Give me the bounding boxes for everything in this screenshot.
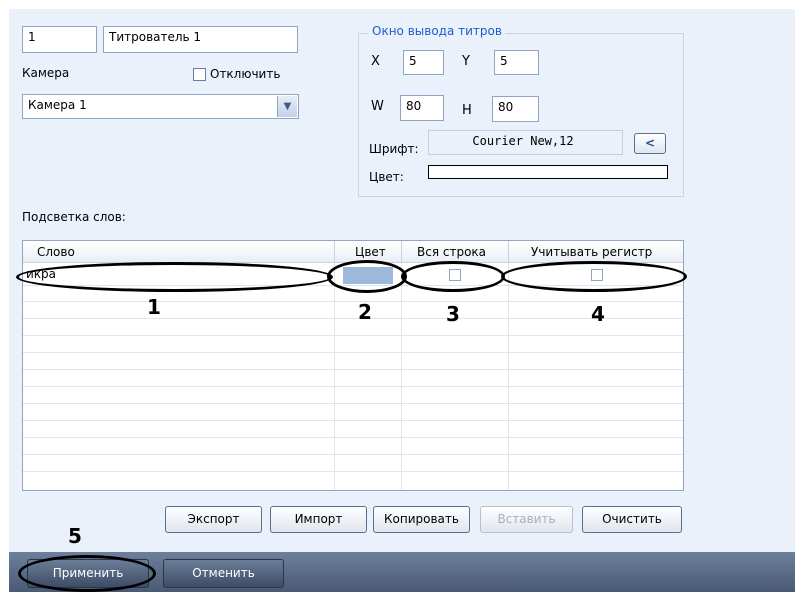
w-label: W — [371, 99, 384, 114]
copy-button[interactable]: Копировать — [373, 506, 470, 533]
y-label: Y — [462, 54, 470, 69]
camera-select-value: Камера 1 — [28, 98, 87, 112]
callout-number-5: 5 — [68, 524, 82, 548]
font-label: Шрифт: — [369, 142, 419, 156]
x-field[interactable]: 5 — [403, 50, 444, 75]
h-label: H — [462, 103, 472, 118]
font-picker-button[interactable]: < — [634, 133, 666, 154]
column-header-whole-line[interactable]: Вся строка — [402, 241, 509, 263]
disable-label: Отключить — [210, 67, 281, 81]
export-button[interactable]: Экспорт — [165, 506, 262, 533]
color-label: Цвет: — [369, 170, 404, 184]
chevron-down-icon[interactable]: ▼ — [277, 96, 297, 117]
output-window-title: Окно вывода титров — [369, 24, 505, 38]
camera-select[interactable]: Камера 1 ▼ — [22, 94, 299, 119]
callout-ellipse-color — [327, 260, 407, 293]
paste-button[interactable]: Вставить — [480, 506, 573, 533]
titler-id-field[interactable]: 1 — [22, 26, 97, 53]
callout-number-3: 3 — [446, 302, 460, 326]
font-field[interactable]: Courier New,12 — [428, 130, 623, 155]
cancel-button[interactable]: Отменить — [163, 559, 284, 588]
callout-number-4: 4 — [591, 302, 605, 326]
column-header-case[interactable]: Учитывать регистр — [509, 241, 683, 263]
callout-number-2: 2 — [358, 300, 372, 324]
disable-checkbox[interactable] — [193, 68, 206, 81]
import-button[interactable]: Импорт — [270, 506, 367, 533]
callout-number-1: 1 — [147, 295, 161, 319]
callout-ellipse-apply — [18, 555, 156, 592]
callout-ellipse-case — [501, 261, 687, 292]
clear-button[interactable]: Очистить — [582, 506, 682, 533]
w-field[interactable]: 80 — [400, 95, 444, 121]
h-field[interactable]: 80 — [492, 96, 539, 122]
column-header-word[interactable]: Слово — [23, 241, 335, 263]
highlight-label: Подсветка слов: — [22, 210, 126, 224]
titler-name-field[interactable]: Титрователь 1 — [103, 26, 298, 53]
x-label: X — [371, 54, 380, 69]
color-field[interactable] — [428, 165, 668, 179]
callout-ellipse-word — [16, 262, 333, 292]
camera-label: Камера — [22, 66, 70, 80]
callout-ellipse-whole-line — [401, 261, 505, 292]
y-field[interactable]: 5 — [494, 50, 539, 75]
